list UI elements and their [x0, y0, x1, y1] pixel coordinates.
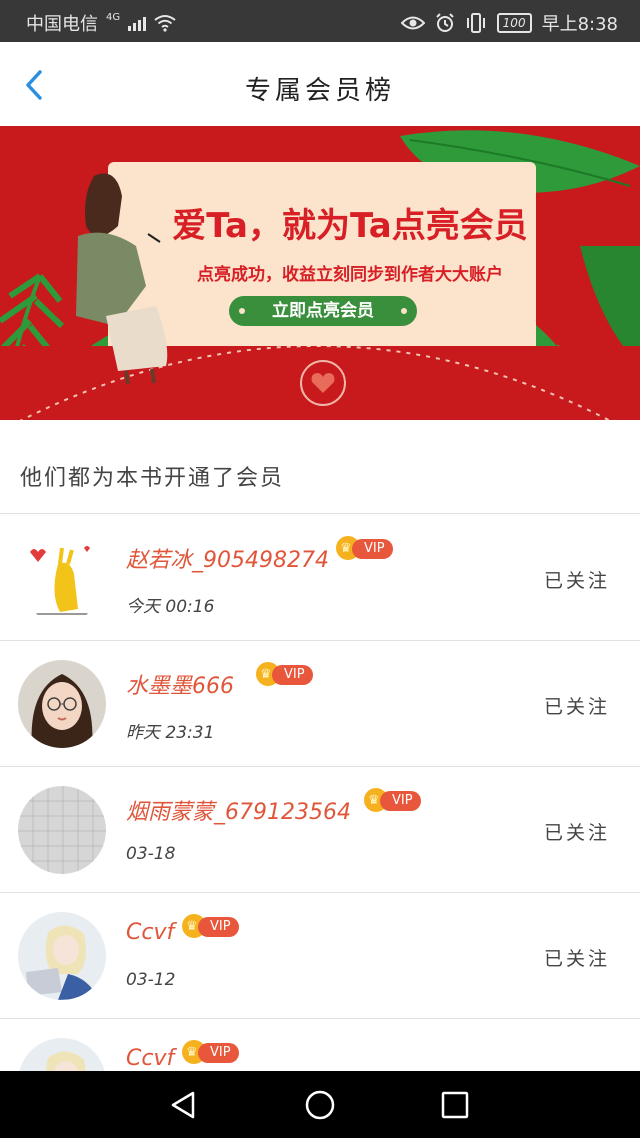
crown-icon: ♛	[186, 1045, 198, 1060]
member-name[interactable]: 赵若冰_905498274	[126, 542, 329, 574]
member-time: 03-18	[126, 844, 176, 864]
light-up-member-button[interactable]: 立即点亮会员	[229, 296, 417, 326]
app-header: 专属会员榜	[0, 42, 640, 127]
section-title: 他们都为本书开通了会员	[20, 466, 285, 491]
follow-status-button[interactable]: 已关注	[544, 944, 610, 971]
crown-icon: ♛	[186, 919, 198, 934]
banner-subtext: 点亮成功，收益立刻同步到作者大大账户	[197, 265, 503, 285]
alarm-icon	[435, 13, 454, 32]
promo-banner[interactable]: 爱Ta，就为Ta点亮会员 点亮成功，收益立刻同步到作者大大账户 立即点亮会员	[0, 126, 640, 420]
page-title: 专属会员榜	[244, 76, 395, 106]
avatar[interactable]	[18, 912, 106, 1000]
follow-status-button[interactable]: 已关注	[544, 566, 610, 593]
carrier-label: 中国电信	[26, 14, 98, 35]
crown-icon: ♛	[340, 541, 352, 556]
member-row[interactable]: 赵若冰_905498274 ♛ VIP 今天 00:16 已关注	[0, 514, 640, 640]
back-nav-icon[interactable]	[168, 1090, 198, 1120]
clock: 早上8:38	[541, 14, 618, 35]
signal-icon	[128, 15, 147, 31]
recents-nav-icon[interactable]	[441, 1091, 469, 1119]
crown-icon: ♛	[368, 793, 380, 808]
member-time: 今天 00:16	[126, 597, 215, 617]
follow-status-button[interactable]: 已关注	[544, 692, 610, 719]
eye-icon	[400, 16, 425, 30]
status-bar: 中国电信 4G 100 早上8:38	[0, 0, 640, 42]
avatar[interactable]	[18, 786, 106, 874]
battery-icon: 100	[496, 13, 532, 33]
avatar[interactable]	[18, 660, 106, 748]
member-time: 昨天 23:31	[126, 723, 215, 743]
vibrate-icon	[466, 13, 485, 33]
member-name[interactable]: Ccvf	[126, 920, 174, 945]
member-name[interactable]: 水墨墨666	[126, 668, 234, 700]
banner-headline: 爱Ta，就为Ta点亮会员	[172, 206, 528, 246]
member-row[interactable]: 水墨墨666 ♛ VIP 昨天 23:31 已关注	[0, 640, 640, 766]
network-type: 4G	[106, 11, 121, 23]
member-row[interactable]: Ccvf ♛ VIP 03-12 已关注	[0, 892, 640, 1018]
member-row[interactable]: 烟雨蒙蒙_679123564 ♛ VIP 03-18 已关注	[0, 766, 640, 892]
member-time: 03-12	[126, 970, 176, 990]
wifi-icon	[154, 15, 176, 32]
member-name[interactable]: Ccvf	[126, 1046, 174, 1071]
avatar[interactable]	[18, 534, 106, 622]
follow-status-button[interactable]: 已关注	[544, 818, 610, 845]
heart-seal-icon	[300, 360, 346, 406]
crown-icon: ♛	[260, 667, 272, 682]
home-nav-icon[interactable]	[304, 1089, 336, 1121]
member-name[interactable]: 烟雨蒙蒙_679123564	[126, 794, 351, 826]
system-nav-bar	[0, 1071, 640, 1138]
